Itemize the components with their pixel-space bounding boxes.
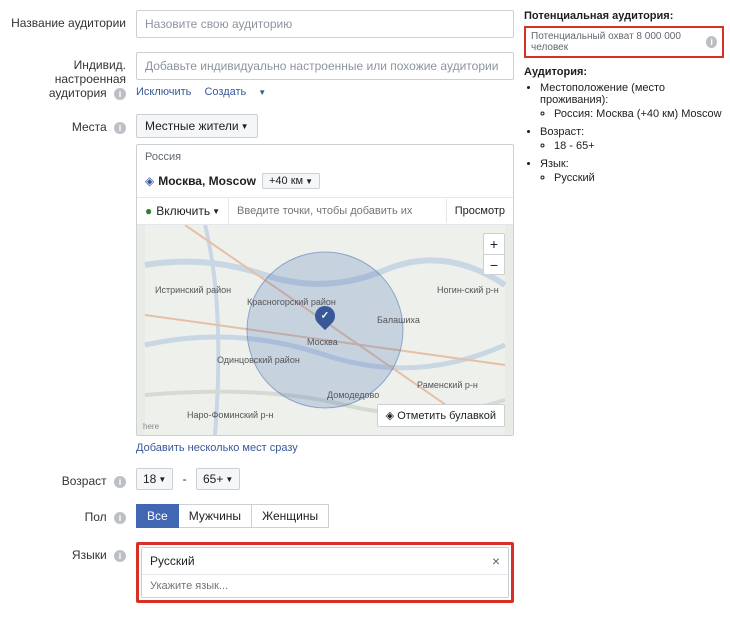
info-icon: i [114, 88, 126, 100]
summary-location-header: Местоположение (место проживания): [540, 82, 665, 106]
location-name: Москва, Moscow [158, 174, 256, 188]
summary-location-value: Россия: Москва (+40 км) Moscow [554, 108, 724, 120]
gender-label: Пол i [6, 504, 136, 528]
gender-all-button[interactable]: Все [136, 504, 179, 528]
gender-women-button[interactable]: Женщины [252, 504, 329, 528]
summary-age-value: 18 - 65+ [554, 140, 724, 152]
custom-audience-label: Индивид. настроенная аудитория i [6, 52, 136, 100]
audience-name-label: Название аудитории [6, 10, 136, 38]
info-icon: i [114, 550, 126, 562]
languages-label: Языки i [6, 542, 136, 603]
age-label: Возраст i [6, 468, 136, 490]
chevron-down-icon: ▼ [158, 475, 166, 484]
map-city-label: Балашиха [377, 315, 420, 325]
custom-audience-input[interactable] [136, 52, 514, 80]
remove-language-button[interactable]: × [492, 553, 500, 569]
chevron-down-icon: ▼ [241, 122, 249, 131]
map-city-label: Раменский р-н [417, 380, 478, 390]
map-city-label: Домодедово [327, 390, 379, 400]
chevron-down-icon: ▼ [258, 88, 266, 97]
age-min-dropdown[interactable]: 18▼ [136, 468, 173, 490]
zoom-control: + − [483, 233, 505, 275]
language-input[interactable] [142, 575, 508, 597]
language-value: Русский [150, 554, 195, 568]
map-city-label: Красногорский район [247, 297, 336, 307]
summary-lang-header: Язык: [540, 158, 569, 170]
age-dash: - [183, 472, 187, 486]
potential-audience-title: Потенциальная аудитория: [524, 10, 724, 22]
browse-button[interactable]: Просмотр [446, 199, 513, 223]
info-icon: i [706, 36, 717, 48]
drop-pin-button[interactable]: ◈ Отметить булавкой [377, 404, 505, 427]
map-city-label: Наро-Фоминский р-н [187, 410, 274, 420]
include-dropdown[interactable]: ● Включить ▼ [137, 198, 229, 224]
map-city-label: Истринский район [155, 285, 231, 295]
zoom-out-button[interactable]: − [484, 254, 504, 274]
chevron-down-icon: ▼ [305, 177, 313, 186]
audience-name-input[interactable] [136, 10, 514, 38]
create-link[interactable]: Создать▼ [204, 86, 276, 98]
locations-label: Места i [6, 114, 136, 454]
map-city-label: Москва [307, 337, 338, 347]
languages-highlight: Русский × [136, 542, 514, 603]
residents-dropdown[interactable]: Местные жители ▼ [136, 114, 258, 138]
potential-reach-box: Потенциальный охват 8 000 000 человек i [524, 26, 724, 58]
age-max-dropdown[interactable]: 65+▼ [196, 468, 240, 490]
map-city-label: Ногин-ский р-н [437, 285, 499, 295]
info-icon: i [114, 512, 126, 524]
audience-summary-list: Местоположение (место проживания): Росси… [540, 82, 724, 184]
gender-segmented: Все Мужчины Женщины [136, 504, 329, 528]
add-bulk-link[interactable]: Добавить несколько мест сразу [136, 442, 298, 454]
location-chip[interactable]: ◈ Москва, Moscow +40 км ▼ [137, 169, 513, 197]
info-icon: i [114, 476, 126, 488]
chevron-down-icon: ▼ [225, 475, 233, 484]
summary-age-header: Возраст: [540, 126, 584, 138]
radius-dropdown[interactable]: +40 км ▼ [262, 173, 320, 189]
country-label: Россия [137, 145, 513, 169]
map-canvas[interactable]: Истринский район Красногорский район Оди… [137, 225, 513, 435]
info-icon: i [114, 122, 126, 134]
chevron-down-icon: ▼ [212, 207, 220, 216]
location-pin-icon: ◈ [145, 174, 154, 188]
zoom-in-button[interactable]: + [484, 234, 504, 254]
include-bullet-icon: ● [145, 204, 152, 218]
summary-lang-value: Русский [554, 172, 724, 184]
map-city-label: Одинцовский район [217, 355, 300, 365]
pin-icon: ◈ [386, 410, 398, 422]
here-logo: here [143, 422, 159, 431]
audience-summary-title: Аудитория: [524, 66, 724, 78]
language-chip: Русский × [142, 548, 508, 575]
gender-men-button[interactable]: Мужчины [179, 504, 252, 528]
location-search-input[interactable] [229, 199, 446, 223]
exclude-link[interactable]: Исключить [136, 86, 191, 98]
locations-box: Россия ◈ Москва, Moscow +40 км ▼ ● Включ… [136, 144, 514, 436]
